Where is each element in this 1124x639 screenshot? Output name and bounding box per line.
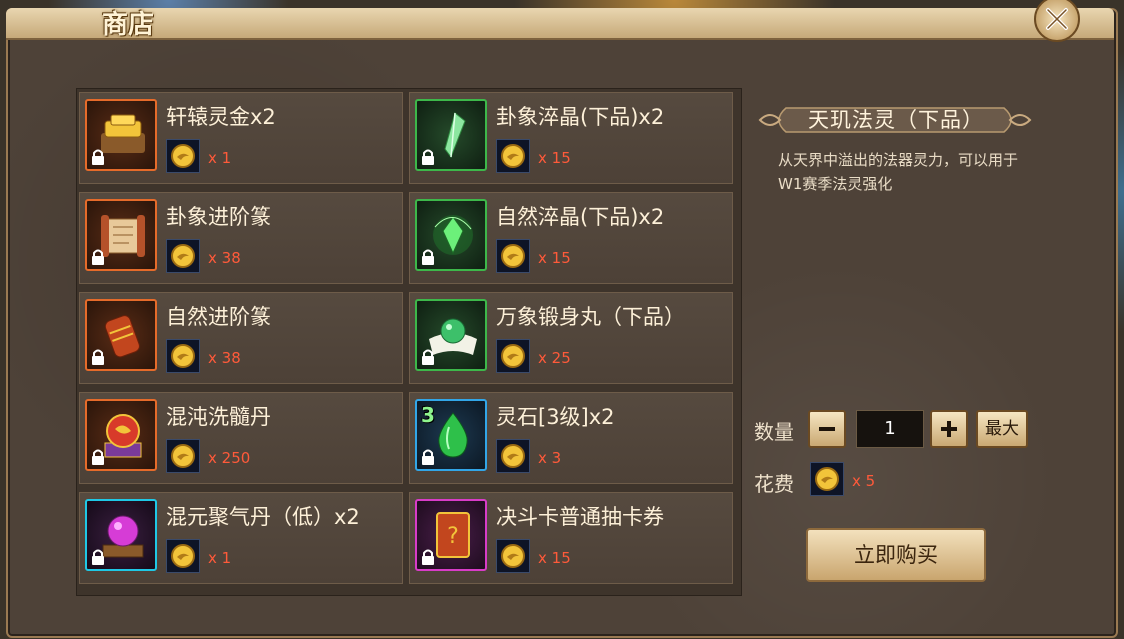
item-name: 灵石[3级]x2 <box>496 405 615 429</box>
item-price: x 15 <box>538 149 571 167</box>
shop-item[interactable]: 混元聚气丹（低）x2 x 1 <box>79 492 403 584</box>
detail-description: 从天界中溢出的法器灵力，可以用于W1赛季法灵强化 <box>778 151 1019 193</box>
increase-button[interactable] <box>930 410 968 448</box>
item-name: 决斗卡普通抽卡券 <box>496 505 664 529</box>
currency-box <box>496 239 530 273</box>
gold-coin-icon <box>171 344 195 368</box>
shop-item[interactable]: 卦象淬晶(下品)x2 x 15 <box>409 92 733 184</box>
item-name: 混沌洗髓丹 <box>166 405 271 429</box>
cost-coin <box>810 462 844 496</box>
gold-coin-icon <box>501 344 525 368</box>
gold-coin-icon <box>171 544 195 568</box>
gold-coin-icon <box>815 467 839 491</box>
gold-coin-icon <box>501 544 525 568</box>
lock-icon <box>422 349 434 365</box>
item-icon-frame <box>415 299 487 371</box>
cost-value: x 5 <box>852 472 876 490</box>
currency-box <box>166 539 200 573</box>
item-name: 万象锻身丸（下品） <box>496 305 685 329</box>
lock-icon <box>422 149 434 165</box>
currency-box <box>166 139 200 173</box>
close-icon <box>1046 8 1068 30</box>
item-price: x 15 <box>538 549 571 567</box>
plus-icon <box>941 421 957 437</box>
title-bar <box>6 8 1114 40</box>
item-price: x 25 <box>538 349 571 367</box>
item-price: x 15 <box>538 249 571 267</box>
item-icon-frame <box>85 399 157 471</box>
gold-coin-icon <box>501 244 525 268</box>
gold-coin-icon <box>171 244 195 268</box>
item-price: x 1 <box>208 149 232 167</box>
lock-icon <box>422 449 434 465</box>
gold-coin-icon <box>501 144 525 168</box>
item-name: 混元聚气丹（低）x2 <box>166 505 360 529</box>
item-icon-frame <box>85 199 157 271</box>
shop-item[interactable]: 自然进阶篆 x 38 <box>79 292 403 384</box>
lock-icon <box>92 449 104 465</box>
lock-icon <box>422 549 434 565</box>
item-price: x 3 <box>538 449 562 467</box>
shop-item[interactable]: 自然淬晶(下品)x2 x 15 <box>409 192 733 284</box>
svg-text:?: ? <box>447 524 459 549</box>
lock-icon <box>92 549 104 565</box>
lock-icon <box>92 149 104 165</box>
item-price: x 1 <box>208 549 232 567</box>
gold-coin-icon <box>171 144 195 168</box>
lock-icon <box>422 249 434 265</box>
item-icon-frame <box>85 299 157 371</box>
currency-box <box>496 439 530 473</box>
item-icon-frame <box>415 199 487 271</box>
item-list: 轩辕灵金x2 x 1 卦象淬晶(下品)x2 x 15 卦象进阶篆 x 38 自然淬晶(下品)… <box>76 88 742 596</box>
quantity-input[interactable]: 1 <box>856 410 924 448</box>
item-icon-frame: 3 <box>415 399 487 471</box>
item-icon-frame <box>85 499 157 571</box>
item-price: x 38 <box>208 249 241 267</box>
currency-box <box>496 339 530 373</box>
currency-box <box>166 239 200 273</box>
shop-item[interactable]: 混沌洗髓丹 x 250 <box>79 392 403 484</box>
item-icon-frame: ? <box>415 499 487 571</box>
item-name: 卦象进阶篆 <box>166 205 271 229</box>
item-price: x 250 <box>208 449 251 467</box>
buy-now-button[interactable]: 立即购买 <box>806 528 986 582</box>
cost-label: 花费 <box>754 472 794 496</box>
detail-title: 天玑法灵（下品） <box>808 108 984 132</box>
currency-box <box>496 139 530 173</box>
item-level: 3 <box>421 403 435 427</box>
currency-box <box>496 539 530 573</box>
currency-box <box>166 439 200 473</box>
item-price: x 38 <box>208 349 241 367</box>
item-name: 自然淬晶(下品)x2 <box>496 205 665 229</box>
minus-icon <box>819 427 835 431</box>
decrease-button[interactable] <box>808 410 846 448</box>
gold-coin-icon <box>501 444 525 468</box>
item-icon-frame <box>415 99 487 171</box>
shop-item[interactable]: 3 灵石[3级]x2 x 3 <box>409 392 733 484</box>
shop-item[interactable]: ? 决斗卡普通抽卡券 x 15 <box>409 492 733 584</box>
gold-coin-icon <box>171 444 195 468</box>
shop-item[interactable]: 卦象进阶篆 x 38 <box>79 192 403 284</box>
shop-title: 商店 <box>102 10 155 40</box>
quantity-label: 数量 <box>754 420 794 444</box>
lock-icon <box>92 249 104 265</box>
item-name: 卦象淬晶(下品)x2 <box>496 105 665 129</box>
lock-icon <box>92 349 104 365</box>
shop-item[interactable]: 轩辕灵金x2 x 1 <box>79 92 403 184</box>
shop-item[interactable]: 万象锻身丸（下品） x 25 <box>409 292 733 384</box>
max-button[interactable]: 最大 <box>976 410 1028 448</box>
item-name: 自然进阶篆 <box>166 305 271 329</box>
currency-box <box>166 339 200 373</box>
item-name: 轩辕灵金x2 <box>166 105 276 129</box>
item-icon-frame <box>85 99 157 171</box>
